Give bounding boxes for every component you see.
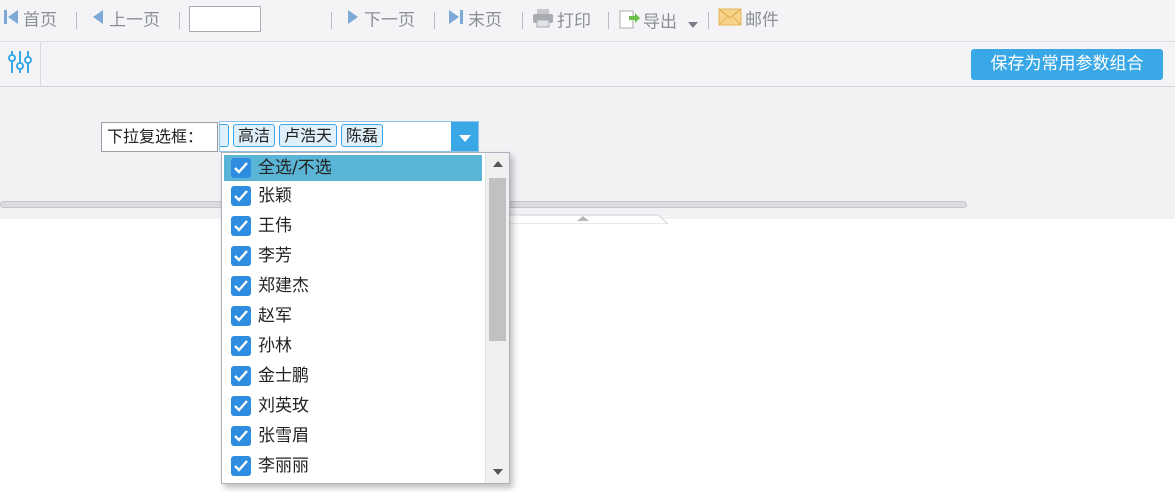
list-item[interactable]: 张雪眉 <box>224 423 482 449</box>
toolbar-divider <box>76 12 77 29</box>
parameter-panel-toggle[interactable] <box>0 42 41 86</box>
checkbox-checked-icon[interactable] <box>231 306 251 326</box>
export-label: 导出 <box>643 12 677 33</box>
checkbox-checked-icon[interactable] <box>231 276 251 296</box>
toolbar-divider <box>434 12 435 29</box>
option-select-all[interactable]: 全选/不选 <box>224 155 482 181</box>
parameter-bar: 保存为常用参数组合 <box>0 42 1175 87</box>
selected-chip[interactable]: 高洁 <box>233 124 276 147</box>
toolbar-divider <box>608 12 609 29</box>
save-param-combination-button[interactable]: 保存为常用参数组合 <box>971 49 1163 80</box>
scroll-up-icon[interactable] <box>486 153 509 175</box>
vertical-scrollbar[interactable] <box>485 153 509 483</box>
next-page-button[interactable]: 下一页 <box>345 8 415 32</box>
multiselect-field-label: 下拉复选框： <box>101 122 218 152</box>
checkbox-checked-icon[interactable] <box>231 456 251 476</box>
list-item[interactable]: 张颖 <box>224 183 482 209</box>
option-label: 孙林 <box>258 336 292 356</box>
option-label: 金士鹏 <box>258 366 309 386</box>
list-item[interactable]: 王伟 <box>224 213 482 239</box>
checkbox-checked-icon[interactable] <box>231 396 251 416</box>
toolbar-divider <box>179 12 180 29</box>
export-icon <box>618 8 640 37</box>
mail-button[interactable]: 邮件 <box>718 8 779 32</box>
checkbox-checked-icon[interactable] <box>231 366 251 386</box>
checkbox-checked-icon[interactable] <box>231 186 251 206</box>
option-label: 全选/不选 <box>258 158 332 178</box>
dropdown-toggle-button[interactable] <box>451 122 478 151</box>
prev-page-label: 上一页 <box>109 10 160 31</box>
list-item[interactable]: 李芳 <box>224 243 482 269</box>
first-page-label: 首页 <box>23 10 57 31</box>
last-page-button[interactable]: 末页 <box>447 8 502 32</box>
export-button[interactable]: 导出 <box>618 8 699 35</box>
option-label: 李丽丽 <box>258 456 309 476</box>
option-label: 张雪眉 <box>258 426 309 446</box>
checkbox-checked-icon[interactable] <box>231 216 251 236</box>
list-item[interactable]: 郑建杰 <box>224 273 482 299</box>
chevron-down-icon <box>688 11 699 35</box>
option-label: 赵军 <box>258 306 292 326</box>
option-label: 张颖 <box>258 186 292 206</box>
last-page-icon <box>447 8 465 33</box>
option-label: 李芳 <box>258 246 292 266</box>
selected-chip[interactable]: 卢浩天 <box>279 124 338 147</box>
option-label: 王伟 <box>258 216 292 236</box>
checkbox-checked-icon[interactable] <box>231 246 251 266</box>
first-page-button[interactable]: 首页 <box>2 8 57 32</box>
report-toolbar: 首页 上一页 下一页 末页 打印 导出 邮件 <box>0 0 1175 42</box>
print-button[interactable]: 打印 <box>532 8 591 32</box>
checkbox-checked-icon[interactable] <box>231 336 251 356</box>
last-page-label: 末页 <box>468 10 502 31</box>
multiselect-dropdown-list: 全选/不选 张颖 王伟 李芳 郑建杰 赵军 孙林 金士鹏 刘英玫 张雪眉 李丽丽 <box>221 152 510 484</box>
list-item[interactable]: 赵军 <box>224 303 482 329</box>
checkbox-checked-icon[interactable] <box>231 426 251 446</box>
next-page-icon <box>345 8 361 33</box>
selected-chip-list: 高洁 卢浩天 陈磊 <box>220 124 451 149</box>
list-item[interactable]: 金士鹏 <box>224 363 482 389</box>
collapse-handle[interactable] <box>496 209 670 225</box>
first-page-icon <box>2 8 20 33</box>
prev-page-icon <box>90 8 106 33</box>
option-label: 郑建杰 <box>258 276 309 296</box>
selected-chip[interactable] <box>220 124 229 147</box>
multiselect-combo[interactable]: 高洁 卢浩天 陈磊 <box>219 121 479 152</box>
list-item[interactable]: 刘英玫 <box>224 393 482 419</box>
prev-page-button[interactable]: 上一页 <box>90 8 160 32</box>
parameter-area <box>0 87 1175 219</box>
page-number-input[interactable] <box>189 6 261 32</box>
list-item[interactable]: 孙林 <box>224 333 482 359</box>
scroll-down-icon[interactable] <box>486 461 509 483</box>
toolbar-divider <box>708 12 709 29</box>
printer-icon <box>532 8 554 35</box>
toolbar-divider <box>522 12 523 29</box>
next-page-label: 下一页 <box>364 10 415 31</box>
checkbox-checked-icon[interactable] <box>231 158 251 178</box>
mail-icon <box>718 8 742 33</box>
print-label: 打印 <box>557 11 591 32</box>
scrollbar-thumb[interactable] <box>489 178 506 341</box>
list-item[interactable]: 李丽丽 <box>224 453 482 479</box>
mail-label: 邮件 <box>745 10 779 31</box>
toolbar-divider <box>331 12 332 29</box>
selected-chip[interactable]: 陈磊 <box>341 124 384 147</box>
chevron-down-icon <box>458 127 471 147</box>
sliders-icon <box>7 49 33 80</box>
option-label: 刘英玫 <box>258 396 309 416</box>
